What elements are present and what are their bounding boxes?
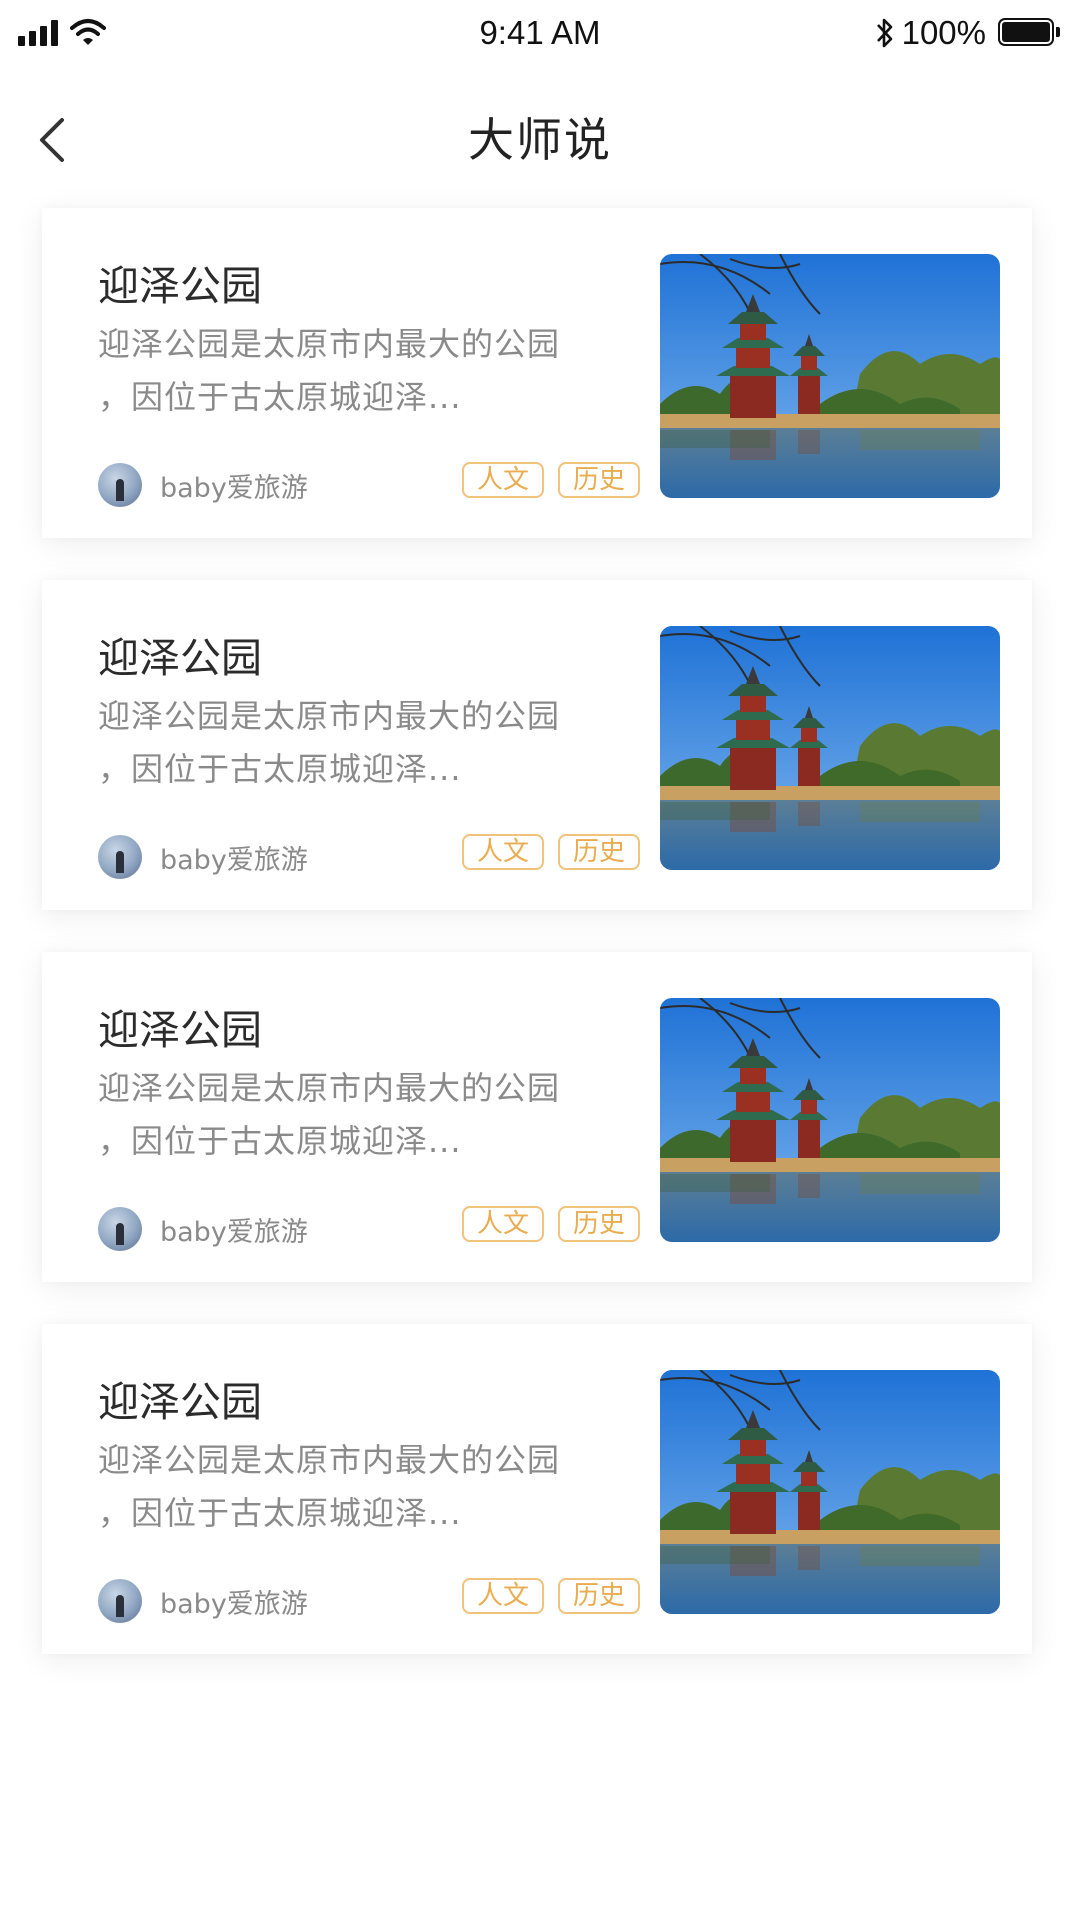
article-description: 迎泽公园是太原市内最大的公园 ，因位于古太原城迎泽... bbox=[98, 325, 561, 416]
article-card-1[interactable]: 迎泽公园 迎泽公园是太原市内最大的公园 ，因位于古太原城迎泽... baby爱旅… bbox=[42, 208, 1032, 538]
avatar bbox=[98, 1579, 142, 1623]
tag[interactable]: 人文 bbox=[462, 1206, 544, 1242]
tag[interactable]: 历史 bbox=[558, 1206, 640, 1242]
article-thumbnail bbox=[660, 998, 1000, 1242]
tag-list: 人文 历史 bbox=[462, 834, 640, 870]
article-thumbnail bbox=[660, 254, 1000, 498]
author-name: baby爱旅游 bbox=[160, 472, 308, 504]
tag-list: 人文 历史 bbox=[462, 462, 640, 498]
tag[interactable]: 历史 bbox=[558, 462, 640, 498]
tag[interactable]: 人文 bbox=[462, 462, 544, 498]
author: baby爱旅游 bbox=[98, 835, 308, 879]
bluetooth-icon bbox=[876, 18, 892, 48]
author-name: baby爱旅游 bbox=[160, 1216, 308, 1248]
article-card-2[interactable]: 迎泽公园 迎泽公园是太原市内最大的公园 ，因位于古太原城迎泽... baby爱旅… bbox=[42, 580, 1032, 910]
article-thumbnail bbox=[660, 626, 1000, 870]
tag[interactable]: 人文 bbox=[462, 834, 544, 870]
article-title: 迎泽公园 bbox=[98, 262, 262, 310]
tag[interactable]: 历史 bbox=[558, 1578, 640, 1614]
nav-bar: 大师说 bbox=[0, 66, 1080, 194]
page-title: 大师说 bbox=[468, 113, 612, 167]
article-title: 迎泽公园 bbox=[98, 1378, 262, 1426]
battery-icon bbox=[998, 18, 1062, 48]
article-description: 迎泽公园是太原市内最大的公园 ，因位于古太原城迎泽... bbox=[98, 1069, 561, 1160]
author: baby爱旅游 bbox=[98, 1207, 308, 1251]
author: baby爱旅游 bbox=[98, 1579, 308, 1623]
article-card-4[interactable]: 迎泽公园 迎泽公园是太原市内最大的公园 ，因位于古太原城迎泽... baby爱旅… bbox=[42, 1324, 1032, 1654]
status-bar: 9:41 AM 100% bbox=[0, 0, 1080, 66]
author: baby爱旅游 bbox=[98, 463, 308, 507]
avatar bbox=[98, 835, 142, 879]
tag[interactable]: 人文 bbox=[462, 1578, 544, 1614]
article-title: 迎泽公园 bbox=[98, 1006, 262, 1054]
status-right: 100% bbox=[874, 14, 1062, 52]
author-name: baby爱旅游 bbox=[160, 1588, 308, 1620]
article-title: 迎泽公园 bbox=[98, 634, 262, 682]
tag[interactable]: 历史 bbox=[558, 834, 640, 870]
article-card-3[interactable]: 迎泽公园 迎泽公园是太原市内最大的公园 ，因位于古太原城迎泽... baby爱旅… bbox=[42, 952, 1032, 1282]
article-thumbnail bbox=[660, 1370, 1000, 1614]
tag-list: 人文 历史 bbox=[462, 1578, 640, 1614]
avatar bbox=[98, 463, 142, 507]
page: 9:41 AM 100% 大师说 迎泽公园 迎泽公园是太原市内最大的公园 ，因位… bbox=[0, 0, 1080, 1920]
avatar bbox=[98, 1207, 142, 1251]
battery-percent: 100% bbox=[901, 14, 986, 51]
article-description: 迎泽公园是太原市内最大的公园 ，因位于古太原城迎泽... bbox=[98, 697, 561, 788]
tag-list: 人文 历史 bbox=[462, 1206, 640, 1242]
article-description: 迎泽公园是太原市内最大的公园 ，因位于古太原城迎泽... bbox=[98, 1441, 561, 1532]
author-name: baby爱旅游 bbox=[160, 844, 308, 876]
